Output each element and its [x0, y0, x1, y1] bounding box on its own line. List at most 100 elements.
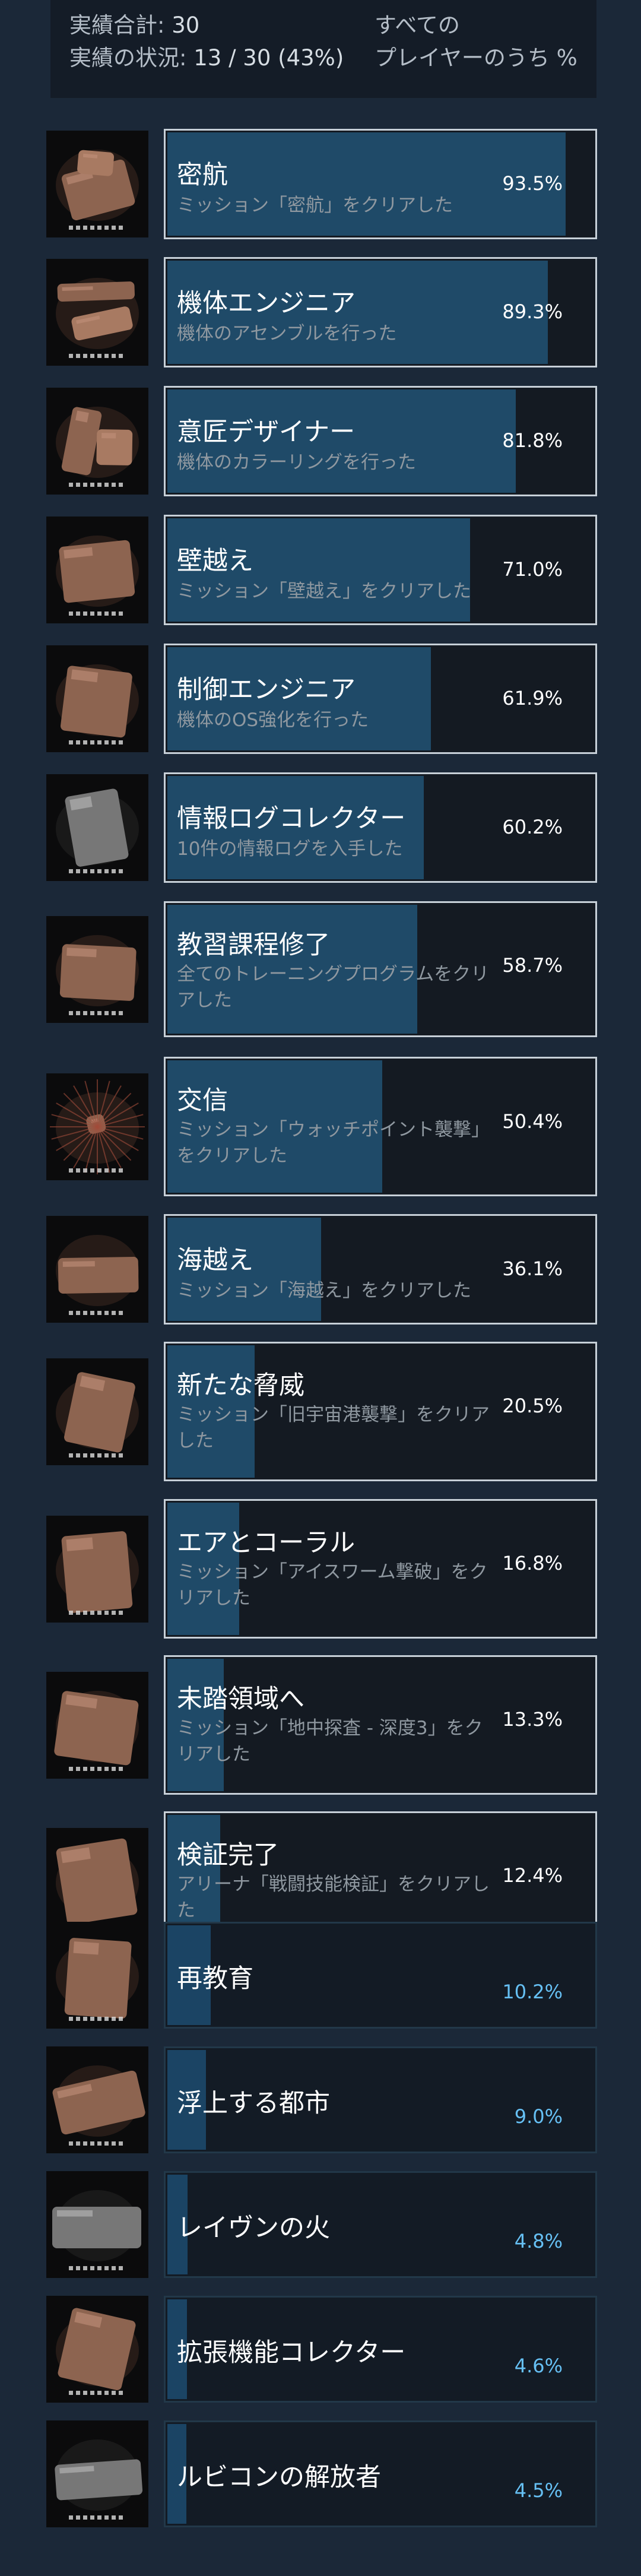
global-unlock-percent: 50.4%	[502, 1110, 563, 1133]
global-unlock-percent: 81.8%	[502, 429, 563, 452]
achievement-title: 意匠デザイナー	[177, 417, 356, 447]
achievement-row[interactable]: 新たな脅威 ミッション「旧宇宙港襲撃」をクリアした 20.5%	[0, 1342, 641, 1481]
achievement-row[interactable]: 機体エンジニア機体のアセンブルを行った 89.3%	[0, 257, 641, 367]
achievement-card: 制御エンジニア 機体のOS強化を行った 61.9%	[164, 644, 597, 754]
achievement-row[interactable]: 情報ログコレクター 10件の情報ログを入手した 60.2%	[0, 772, 641, 883]
ship-icon	[46, 1216, 148, 1323]
achievement-title: レイヴンの火	[177, 2213, 330, 2243]
achievement-description: ミッション「海越え」をクリアした	[177, 1280, 471, 1301]
achievement-card: ルビコンの解放者 4.5%	[164, 2420, 597, 2527]
global-percent-label-line1: すべての	[375, 12, 460, 38]
achievement-description: ミッション「地中探査 - 深度3」をクリアした	[177, 1718, 483, 1765]
achievement-title: 新たな脅威	[177, 1371, 304, 1401]
achievement-title: 再教育	[177, 1964, 253, 1994]
achievement-row[interactable]: 交信 ミッション「ウォッチポイント襲撃」をクリアした 50.4%	[0, 1057, 641, 1196]
total-label: 実績合計:	[69, 12, 165, 38]
stowaway-icon	[46, 131, 148, 237]
global-unlock-percent: 4.6%	[514, 2355, 563, 2377]
achievement-description: 機体のOS強化を行った	[177, 709, 369, 731]
reeducation-icon	[46, 1922, 148, 2029]
achievement-title: 制御エンジニア	[177, 675, 356, 705]
global-unlock-percent: 20.5%	[502, 1395, 563, 1417]
achievement-title: ルビコンの解放者	[177, 2463, 381, 2492]
global-unlock-percent: 71.0%	[502, 558, 563, 581]
achievement-description: 機体のカラーリングを行った	[177, 452, 416, 473]
mech-icon	[46, 1358, 148, 1465]
global-unlock-percent: 89.3%	[502, 300, 563, 323]
achievement-summary-header: 実績合計: 30 実績の状況: 13 / 30 (43%) すべての プレイヤー…	[50, 0, 596, 98]
achievement-row[interactable]: 浮上する都市 9.0%	[0, 2046, 641, 2153]
achievement-title: 情報ログコレクター	[177, 804, 406, 834]
achievement-row[interactable]: エアとコーラル ミッション「アイスワーム撃破」をクリアした 16.8%	[0, 1499, 641, 1639]
achievement-card: 意匠デザイナー機体のカラーリングを行った 81.8%	[164, 386, 597, 496]
achievement-row[interactable]: レイヴンの火 4.8%	[0, 2171, 641, 2278]
global-percent-label-line2: プレイヤーのうち %	[375, 45, 577, 71]
achievement-description: アリーナ「戦闘技能検証」をクリアした	[177, 1874, 490, 1921]
achievement-row[interactable]: 拡張機能コレクター 4.6%	[0, 2296, 641, 2403]
global-unlock-percent: 60.2%	[502, 816, 563, 838]
paint-icon	[46, 388, 148, 495]
achievement-card: 情報ログコレクター 10件の情報ログを入手した 60.2%	[164, 772, 597, 883]
achievement-title: 教習課程修了	[177, 930, 330, 960]
achievement-card: エアとコーラル ミッション「アイスワーム撃破」をクリアした 16.8%	[164, 1499, 597, 1639]
global-unlock-percent: 4.5%	[514, 2479, 563, 2502]
achievement-title: 密航	[177, 160, 228, 190]
flame-icon	[46, 1515, 148, 1623]
status-value: 13 / 30 (43%)	[193, 45, 344, 71]
achievement-title: 浮上する都市	[177, 2089, 330, 2118]
achievement-row[interactable]: 壁越えミッション「壁越え」をクリアした 71.0%	[0, 515, 641, 625]
achievement-card: 教習課程修了 全てのトレーニングプログラムをクリアした 58.7%	[164, 901, 597, 1037]
achievement-description: 10件の情報ログを入手した	[177, 838, 403, 860]
achievement-title: 交信	[177, 1086, 228, 1116]
arena-icon	[46, 1827, 148, 1935]
achievement-title: 未踏領域へ	[177, 1684, 304, 1714]
global-unlock-percent: 9.0%	[514, 2105, 563, 2128]
fire-icon	[46, 2171, 148, 2278]
signal-icon	[46, 1073, 148, 1180]
achievement-description: 機体のアセンブルを行った	[177, 323, 397, 344]
achievement-card: 壁越えミッション「壁越え」をクリアした 71.0%	[164, 515, 597, 625]
global-unlock-percent: 58.7%	[502, 954, 563, 977]
achievement-title: 拡張機能コレクター	[177, 2338, 406, 2368]
global-unlock-percent: 10.2%	[502, 1981, 563, 2003]
achievement-card: 密航 ミッション「密航」をクリアした 93.5%	[164, 129, 597, 239]
achievement-title: 検証完了	[177, 1840, 279, 1870]
achievement-card: 再教育 10.2%	[164, 1922, 597, 2029]
achievement-title: エアとコーラル	[177, 1528, 356, 1558]
global-unlock-percent: 4.8%	[514, 2230, 563, 2252]
achievement-row[interactable]: 海越え ミッション「海越え」をクリアした 36.1%	[0, 1214, 641, 1325]
achievement-card: 機体エンジニア機体のアセンブルを行った 89.3%	[164, 257, 597, 367]
achievement-card: 海越え ミッション「海越え」をクリアした 36.1%	[164, 1214, 597, 1325]
achievement-row[interactable]: ルビコンの解放者 4.5%	[0, 2420, 641, 2527]
achievement-card: 浮上する都市 9.0%	[164, 2046, 597, 2153]
wrench-icon	[46, 259, 148, 366]
chip-icon	[46, 645, 148, 752]
liberator-icon	[46, 2420, 148, 2527]
achievement-card: 拡張機能コレクター 4.6%	[164, 2296, 597, 2403]
achievement-row[interactable]: 意匠デザイナー機体のカラーリングを行った 81.8%	[0, 386, 641, 496]
expansion-icon	[46, 2296, 148, 2403]
achievement-title: 機体エンジニア	[177, 289, 356, 318]
total-value: 30	[172, 12, 200, 38]
global-unlock-percent: 93.5%	[502, 172, 563, 195]
achievement-card: 未踏領域へミッション「地中探査 - 深度3」をクリアした 13.3%	[164, 1655, 597, 1795]
achievement-row[interactable]: 再教育 10.2%	[0, 1922, 641, 2029]
achievement-description: ミッション「旧宇宙港襲撃」をクリアした	[177, 1404, 490, 1452]
global-unlock-percent: 13.3%	[502, 1708, 563, 1731]
achievement-description: ミッション「壁越え」をクリアした	[177, 581, 471, 602]
achievement-card: 交信 ミッション「ウォッチポイント襲撃」をクリアした 50.4%	[164, 1057, 597, 1196]
achievement-title: 海越え	[177, 1246, 253, 1275]
global-unlock-percent: 16.8%	[502, 1552, 563, 1574]
achievement-row[interactable]: 密航 ミッション「密航」をクリアした 93.5%	[0, 129, 641, 239]
achievement-row[interactable]: 未踏領域へミッション「地中探査 - 深度3」をクリアした 13.3%	[0, 1655, 641, 1795]
achievement-card: 新たな脅威 ミッション「旧宇宙港襲撃」をクリアした 20.5%	[164, 1342, 597, 1481]
city-icon	[46, 2046, 148, 2153]
global-unlock-percent: 12.4%	[502, 1864, 563, 1887]
achievement-description: ミッション「ウォッチポイント襲撃」をクリアした	[177, 1119, 490, 1167]
achievement-row[interactable]: 制御エンジニア 機体のOS強化を行った 61.9%	[0, 644, 641, 754]
achievement-row[interactable]: 教習課程修了 全てのトレーニングプログラムをクリアした 58.7%	[0, 901, 641, 1037]
achievement-title: 壁越え	[177, 546, 253, 576]
status-label: 実績の状況:	[69, 45, 187, 71]
total-line: 実績合計: 30	[69, 12, 199, 39]
status-line: 実績の状況: 13 / 30 (43%)	[69, 45, 344, 72]
